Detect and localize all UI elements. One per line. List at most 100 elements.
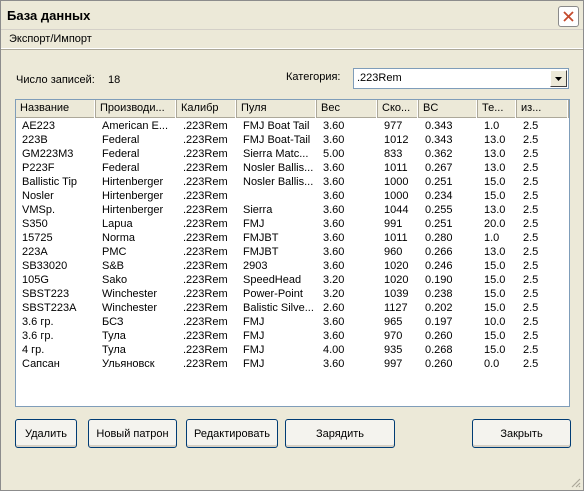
table-cell: .223Rem <box>183 246 228 258</box>
table-row[interactable]: Ballistic Tip Hirtenberger .223Rem Nosler B… <box>16 175 569 189</box>
table-row[interactable]: SB33020 S&B .223Rem 2903 3.60 1020 0.246 15.0 2.… <box>16 259 569 273</box>
window-title: База данных <box>7 8 91 23</box>
table-cell: 0.251 <box>425 218 453 230</box>
column-header[interactable]: Название <box>16 100 96 118</box>
table-row[interactable]: Сапсан Ульяновск .223Rem FMJ 3.60 997 0.260 0.0… <box>16 357 569 371</box>
table-row[interactable]: Nosler Hirtenberger .223Rem 3.60 1000 0.234 15… <box>16 189 569 203</box>
table-cell: Сапсан <box>22 358 60 370</box>
table-cell: 5.00 <box>323 148 345 160</box>
table-cell: 0.266 <box>425 246 453 258</box>
table-cell: Тула <box>102 344 126 356</box>
table-cell: Hirtenberger <box>102 204 164 216</box>
table-row[interactable]: 3.6 гр. БСЗ .223Rem FMJ 3.60 965 0.197 10.0 2.5 <box>16 315 569 329</box>
column-header[interactable]: BC <box>419 100 478 118</box>
table-cell: 1044 <box>384 204 409 216</box>
table-cell: 3.60 <box>323 204 345 216</box>
table-cell: 13.0 <box>484 134 506 146</box>
column-header[interactable]: Пуля <box>237 100 317 118</box>
table-cell: 3.60 <box>323 218 345 230</box>
table-row[interactable]: AE223 American E... .223Rem FMJ Boat Tail 3.… <box>16 119 569 133</box>
column-header[interactable]: из... <box>517 100 569 118</box>
table-cell: 2.5 <box>523 134 539 146</box>
close-window-button[interactable] <box>558 6 579 27</box>
table-cell: Federal <box>102 162 140 174</box>
table-cell: 15725 <box>22 232 53 244</box>
table-cell: 10.0 <box>484 316 506 328</box>
table-cell: 223A <box>22 246 48 258</box>
table-cell: Federal <box>102 148 140 160</box>
table-cell: 1000 <box>384 176 409 188</box>
table-cell: .223Rem <box>183 148 228 160</box>
column-header[interactable]: Ско... <box>378 100 419 118</box>
table-cell: 15.0 <box>484 288 506 300</box>
table-cell: 3.60 <box>323 358 345 370</box>
cartridge-list[interactable]: Название Производи... Калибр Пуля Вес Ско... B… <box>15 99 570 407</box>
table-cell: .223Rem <box>183 120 228 132</box>
table-cell: 2.5 <box>523 288 539 300</box>
table-cell: Norma <box>102 232 136 244</box>
table-cell: 15.0 <box>484 274 506 286</box>
table-cell: Federal <box>102 134 140 146</box>
table-cell: 15.0 <box>484 330 506 342</box>
menu-export-import[interactable]: Экспорт/Импорт <box>7 33 94 45</box>
list-header: Название Производи... Калибр Пуля Вес Ско... B… <box>16 100 569 118</box>
table-cell: 0.190 <box>425 274 453 286</box>
table-row[interactable]: P223F Federal .223Rem Nosler Ballis... 3.60 1… <box>16 161 569 175</box>
delete-button[interactable]: Удалить <box>15 419 77 448</box>
table-cell: Ульяновск <box>102 358 155 370</box>
table-cell: Тула <box>102 330 126 342</box>
table-cell: Nosler Ballis... <box>243 176 314 188</box>
table-cell: 0.268 <box>425 344 453 356</box>
table-row[interactable]: 3.6 гр. Тула .223Rem FMJ 3.60 970 0.260 15.0 2.5 <box>16 329 569 343</box>
table-cell: 2.5 <box>523 274 539 286</box>
close-button[interactable]: Закрыть <box>472 419 571 448</box>
table-cell: 3.20 <box>323 274 345 286</box>
load-button[interactable]: Зарядить <box>285 419 395 448</box>
column-header[interactable]: Производи... <box>96 100 177 118</box>
table-cell: Balistic Silve... <box>243 302 314 314</box>
table-row[interactable]: 223B Federal .223Rem FMJ Boat-Tail 3.60 1012 0… <box>16 133 569 147</box>
table-cell: .223Rem <box>183 288 228 300</box>
table-cell: 2.5 <box>523 148 539 160</box>
table-row[interactable]: 15725 Norma .223Rem FMJBT 3.60 1011 0.280 1.0 2.… <box>16 231 569 245</box>
table-row[interactable]: SBST223A Winchester .223Rem Balistic Silve.… <box>16 301 569 315</box>
table-cell: 3.60 <box>323 134 345 146</box>
table-cell: American E... <box>102 120 169 132</box>
table-cell: 0.238 <box>425 288 453 300</box>
table-cell: 2.60 <box>323 302 345 314</box>
table-cell: 2.5 <box>523 204 539 216</box>
column-header[interactable]: Те... <box>478 100 517 118</box>
table-row[interactable]: SBST223 Winchester .223Rem Power-Point 3.20 1… <box>16 287 569 301</box>
table-cell: .223Rem <box>183 260 228 272</box>
table-cell: 3.60 <box>323 176 345 188</box>
category-dropdown-button[interactable] <box>550 70 567 87</box>
category-select[interactable]: .223Rem <box>353 68 569 89</box>
table-row[interactable]: 4 гр. Тула .223Rem FMJ 4.00 935 0.268 15.0 2.5 <box>16 343 569 357</box>
table-cell: 970 <box>384 330 403 342</box>
table-cell: 0.260 <box>425 358 453 370</box>
table-row[interactable]: 223A PMC .223Rem FMJBT 3.60 960 0.266 13.0 2.5 <box>16 245 569 259</box>
column-header[interactable]: Вес <box>317 100 378 118</box>
table-cell: 15.0 <box>484 302 506 314</box>
table-cell: FMJ <box>243 358 265 370</box>
table-row[interactable]: GM223M3 Federal .223Rem Sierra Matc... 5.00 8… <box>16 147 569 161</box>
table-cell: 3.60 <box>323 120 345 132</box>
table-row[interactable]: VMSp. Hirtenberger .223Rem Sierra 3.60 1044 0.… <box>16 203 569 217</box>
table-row[interactable]: 105G Sako .223Rem SpeedHead 3.20 1020 0.190 15.… <box>16 273 569 287</box>
table-cell: 1020 <box>384 274 409 286</box>
table-cell: 2.5 <box>523 302 539 314</box>
edit-button[interactable]: Редактировать <box>186 419 278 448</box>
table-cell: 2903 <box>243 260 268 272</box>
table-cell: .223Rem <box>183 358 228 370</box>
table-cell: БСЗ <box>102 316 124 328</box>
table-cell: 0.0 <box>484 358 500 370</box>
close-icon <box>563 11 574 22</box>
resize-grip-icon[interactable] <box>569 476 581 488</box>
table-cell: Nosler <box>22 190 54 202</box>
table-cell: 3.60 <box>323 162 345 174</box>
table-cell: .223Rem <box>183 330 228 342</box>
table-row[interactable]: S350 Lapua .223Rem FMJ 3.60 991 0.251 20.0 2.5 <box>16 217 569 231</box>
column-header[interactable]: Калибр <box>177 100 237 118</box>
table-cell: 2.5 <box>523 162 539 174</box>
new-cartridge-button[interactable]: Новый патрон <box>88 419 177 448</box>
